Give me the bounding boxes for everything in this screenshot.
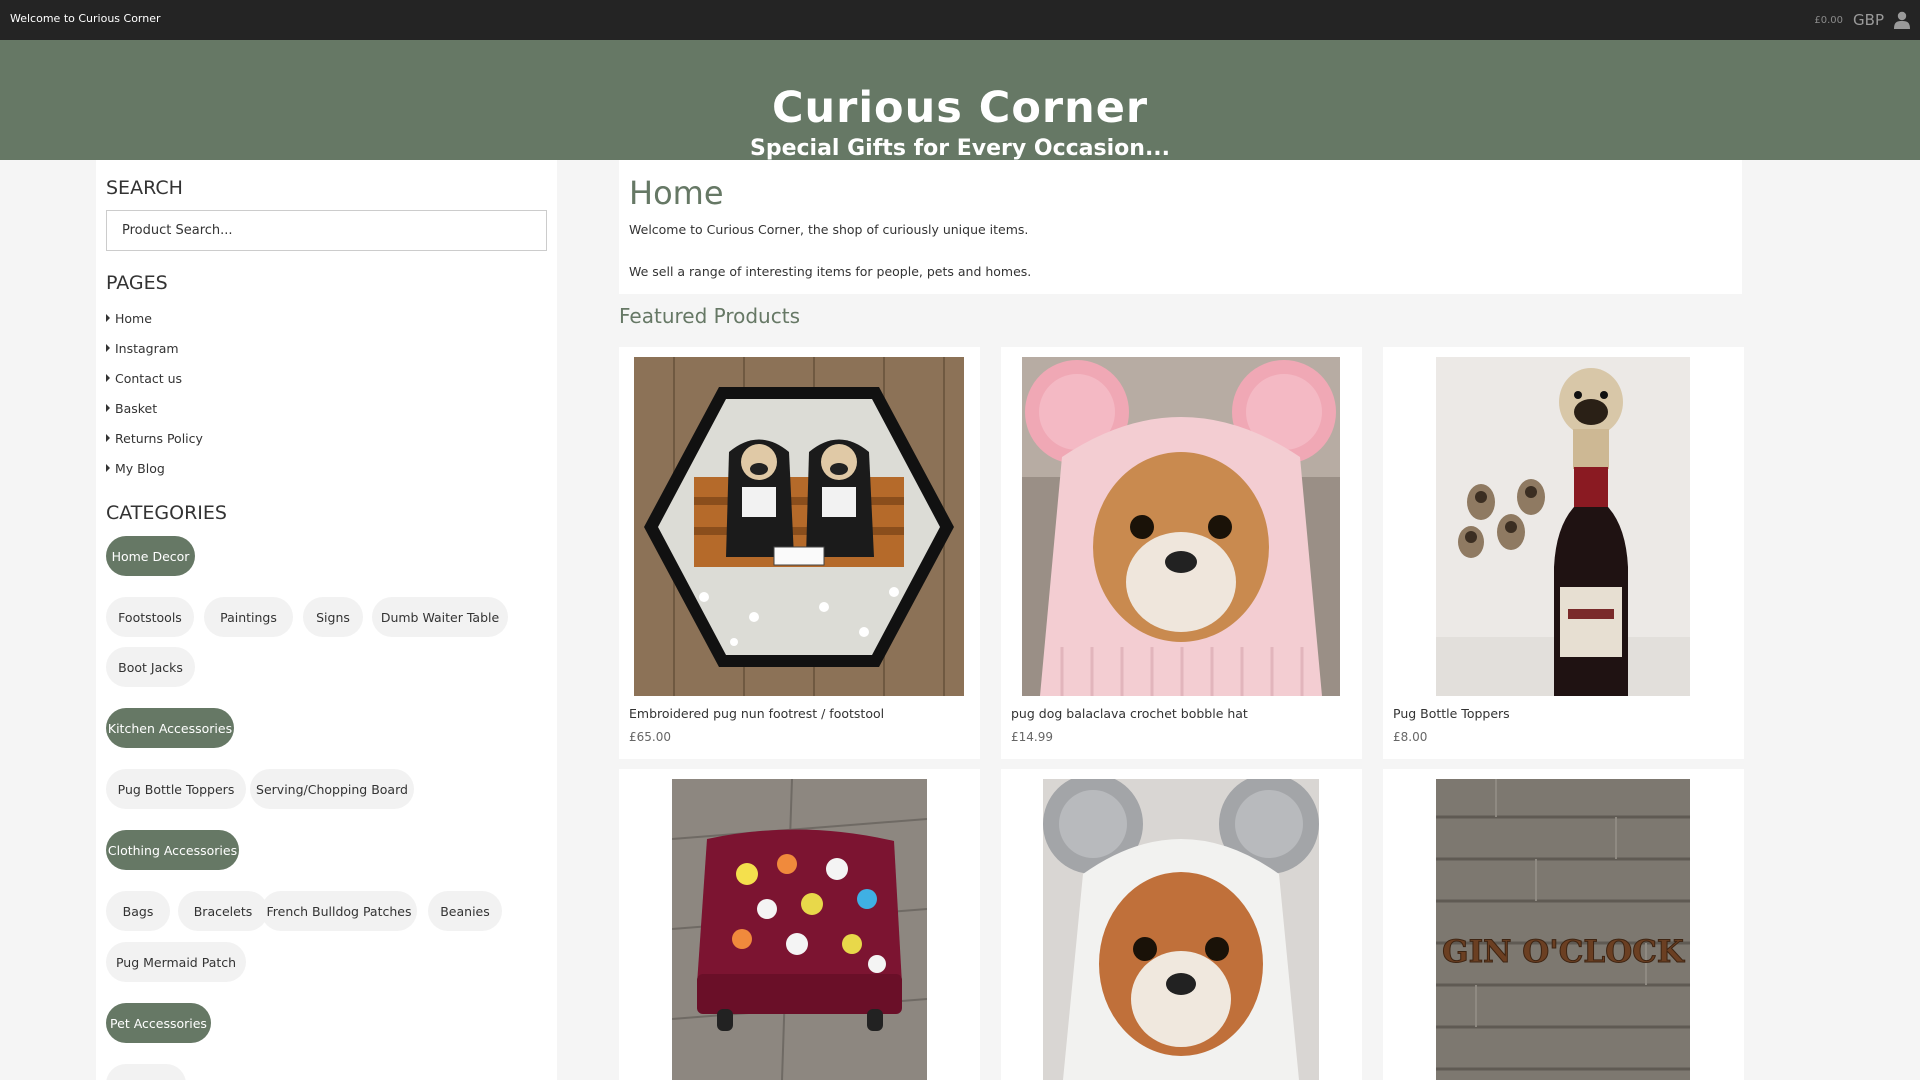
- caret-right-icon: [106, 374, 110, 382]
- product-image[interactable]: GIN O'CLOCK: [1436, 779, 1690, 1080]
- subcategory-partial[interactable]: [106, 1064, 186, 1080]
- search-input[interactable]: [106, 210, 547, 251]
- subcategory-paintings[interactable]: Paintings: [204, 597, 293, 637]
- product-name[interactable]: Embroidered pug nun footrest / footstool: [629, 706, 884, 721]
- home-intro-panel: Home Welcome to Curious Corner, the shop…: [619, 160, 1742, 294]
- subcategory-beanies[interactable]: Beanies: [428, 891, 502, 931]
- currency-selector[interactable]: GBP: [1853, 11, 1884, 29]
- caret-right-icon: [106, 314, 110, 322]
- category-clothing-accessories[interactable]: Clothing Accessories: [106, 830, 239, 870]
- page-link-blog[interactable]: My Blog: [106, 453, 203, 483]
- subcategory-serving-chopping-board[interactable]: Serving/Chopping Board: [250, 769, 414, 809]
- pages-list: Home Instagram Contact us Basket Returns…: [106, 303, 203, 483]
- categories-heading: CATEGORIES: [106, 502, 227, 524]
- intro-text-1: Welcome to Curious Corner, the shop of c…: [629, 222, 1029, 237]
- sidebar: SEARCH PAGES Home Instagram Contact us B…: [96, 160, 557, 1080]
- subcategory-footstools[interactable]: Footstools: [106, 597, 194, 637]
- site-banner: Curious Corner Special Gifts for Every O…: [0, 40, 1920, 160]
- caret-right-icon: [106, 464, 110, 472]
- welcome-text: Welcome to Curious Corner: [10, 12, 161, 25]
- product-image[interactable]: [1022, 357, 1340, 696]
- product-card[interactable]: [1001, 769, 1362, 1080]
- caret-right-icon: [106, 344, 110, 352]
- subcategory-signs[interactable]: Signs: [303, 597, 363, 637]
- page-link-instagram[interactable]: Instagram: [106, 333, 203, 363]
- account-area: £0.00 GBP: [1814, 9, 1910, 31]
- product-card[interactable]: Pug Bottle Toppers £8.00: [1383, 347, 1744, 759]
- sign-text: GIN O'CLOCK: [1442, 934, 1685, 970]
- subcategory-pug-bottle-toppers[interactable]: Pug Bottle Toppers: [106, 769, 246, 809]
- subcategory-boot-jacks[interactable]: Boot Jacks: [106, 647, 195, 687]
- product-name[interactable]: pug dog balaclava crochet bobble hat: [1011, 706, 1248, 721]
- caret-right-icon: [106, 404, 110, 412]
- intro-text-2: We sell a range of interesting items for…: [629, 264, 1032, 279]
- caret-right-icon: [106, 434, 110, 442]
- page-title: Home: [629, 174, 724, 212]
- site-tagline: Special Gifts for Every Occasion...: [749, 136, 1171, 160]
- subcategory-dumb-waiter-table[interactable]: Dumb Waiter Table: [372, 597, 508, 637]
- product-image[interactable]: [1436, 357, 1690, 696]
- top-bar: Welcome to Curious Corner £0.00 GBP: [0, 0, 1920, 40]
- page-link-basket[interactable]: Basket: [106, 393, 203, 423]
- product-price: £14.99: [1011, 730, 1053, 744]
- user-icon[interactable]: [1894, 11, 1910, 29]
- basket-total[interactable]: £0.00: [1814, 15, 1843, 26]
- product-card[interactable]: pug dog balaclava crochet bobble hat £14…: [1001, 347, 1362, 759]
- page-link-home[interactable]: Home: [106, 303, 203, 333]
- subcategory-bags[interactable]: Bags: [106, 891, 170, 931]
- page-link-contact[interactable]: Contact us: [106, 363, 203, 393]
- product-name[interactable]: Pug Bottle Toppers: [1393, 706, 1510, 721]
- product-price: £65.00: [629, 730, 671, 744]
- product-card[interactable]: [619, 769, 980, 1080]
- subcategory-french-bulldog-patches[interactable]: French Bulldog Patches: [261, 891, 417, 931]
- pages-heading: PAGES: [106, 272, 168, 294]
- featured-products-heading: Featured Products: [619, 304, 800, 328]
- product-card[interactable]: GIN O'CLOCK: [1383, 769, 1744, 1080]
- site-title[interactable]: Curious Corner: [0, 83, 1920, 133]
- category-home-decor[interactable]: Home Decor: [106, 536, 195, 576]
- subcategory-bracelets[interactable]: Bracelets: [178, 891, 268, 931]
- product-image[interactable]: [672, 779, 927, 1080]
- subcategory-pug-mermaid-patch[interactable]: Pug Mermaid Patch: [106, 942, 246, 982]
- product-image[interactable]: [634, 357, 964, 696]
- search-heading: SEARCH: [106, 177, 183, 199]
- product-image[interactable]: [1043, 779, 1319, 1080]
- category-pet-accessories[interactable]: Pet Accessories: [106, 1003, 211, 1043]
- product-price: £8.00: [1393, 730, 1428, 744]
- category-kitchen-accessories[interactable]: Kitchen Accessories: [106, 708, 234, 748]
- product-card[interactable]: Embroidered pug nun footrest / footstool…: [619, 347, 980, 759]
- page-link-returns[interactable]: Returns Policy: [106, 423, 203, 453]
